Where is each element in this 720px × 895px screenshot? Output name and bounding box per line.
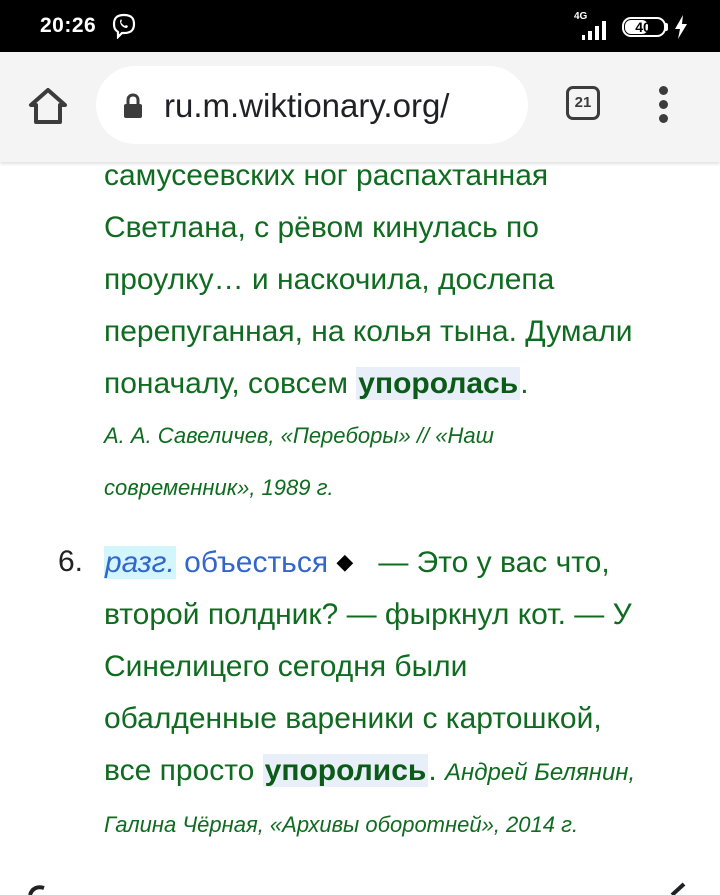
battery-level: 40: [635, 19, 651, 35]
highlighted-word: упоролись: [262, 754, 429, 787]
quote-line: поначалу, совсем упоролась.: [104, 358, 704, 410]
browser-toolbar: ru.m.wiktionary.org/ 21: [0, 52, 720, 162]
diamond-icon: ◆: [336, 549, 354, 574]
definition-line: разг. объесться ◆ — Это у вас что,: [104, 536, 704, 589]
quote-line: Светлана, с рёвом кинулась по: [104, 211, 539, 244]
quote-line: самусеевских ног распахтанная: [104, 162, 549, 192]
quote-period: .: [520, 367, 529, 400]
quote-line: проулку… и наскочила, дослепа: [104, 263, 555, 296]
definition-line: все просто упоролись. Андрей Белянин,: [104, 745, 704, 799]
definition-6: разг. объесться ◆ — Это у вас что, второ…: [104, 536, 704, 851]
label-separator: [176, 546, 184, 579]
example-period: .: [428, 754, 437, 787]
status-time: 20:26: [40, 14, 97, 37]
menu-dot: [659, 114, 668, 123]
definition-line: обалденные вареники с картошкой,: [104, 702, 602, 735]
cutoff-content: [28, 882, 686, 895]
tab-count: 21: [574, 94, 592, 111]
definition-line: второй полдник? — фыркнул кот. — У: [104, 598, 632, 631]
tabs-button[interactable]: 21: [566, 86, 600, 120]
page-content: самусеевских ног распахтанная Светлана, …: [0, 162, 720, 895]
menu-dot: [659, 86, 668, 95]
menu-icon[interactable]: [652, 84, 676, 124]
definition-number: 6.: [58, 545, 84, 578]
definition-link[interactable]: объесться: [184, 546, 328, 579]
example-citation: Андрей Белянин,: [445, 759, 636, 786]
example-text: все просто: [104, 754, 263, 787]
quote-line: перепуганная, на колья тына. Думали: [104, 315, 633, 348]
battery-tip: [665, 23, 668, 31]
example-citation: Галина Чёрная, «Архивы оборотней», 2014 …: [104, 812, 579, 837]
viber-icon: [112, 13, 136, 39]
highlighted-word: упоролась: [356, 367, 521, 400]
lock-icon[interactable]: [122, 92, 144, 120]
battery-icon: 40: [622, 17, 666, 37]
url-text[interactable]: ru.m.wiktionary.org/: [164, 86, 516, 126]
signal-icon: [582, 21, 606, 40]
charging-icon: [675, 15, 687, 39]
quote-citation: современник», 1989 г.: [104, 475, 334, 500]
example-text: — Это у вас что,: [378, 546, 610, 579]
status-bar: 20:26 4G 40: [0, 0, 720, 52]
menu-dot: [659, 100, 668, 109]
definition-line: Синелицего сегодня были: [104, 650, 468, 683]
example-quote: самусеевских ног распахтанная Светлана, …: [104, 162, 704, 514]
address-bar[interactable]: ru.m.wiktionary.org/: [96, 66, 528, 144]
home-icon[interactable]: [24, 82, 72, 130]
quote-citation: А. А. Савеличев, «Переборы» // «Наш: [104, 423, 494, 448]
usage-label-link[interactable]: разг.: [104, 546, 176, 579]
quote-text: поначалу, совсем: [104, 367, 357, 400]
